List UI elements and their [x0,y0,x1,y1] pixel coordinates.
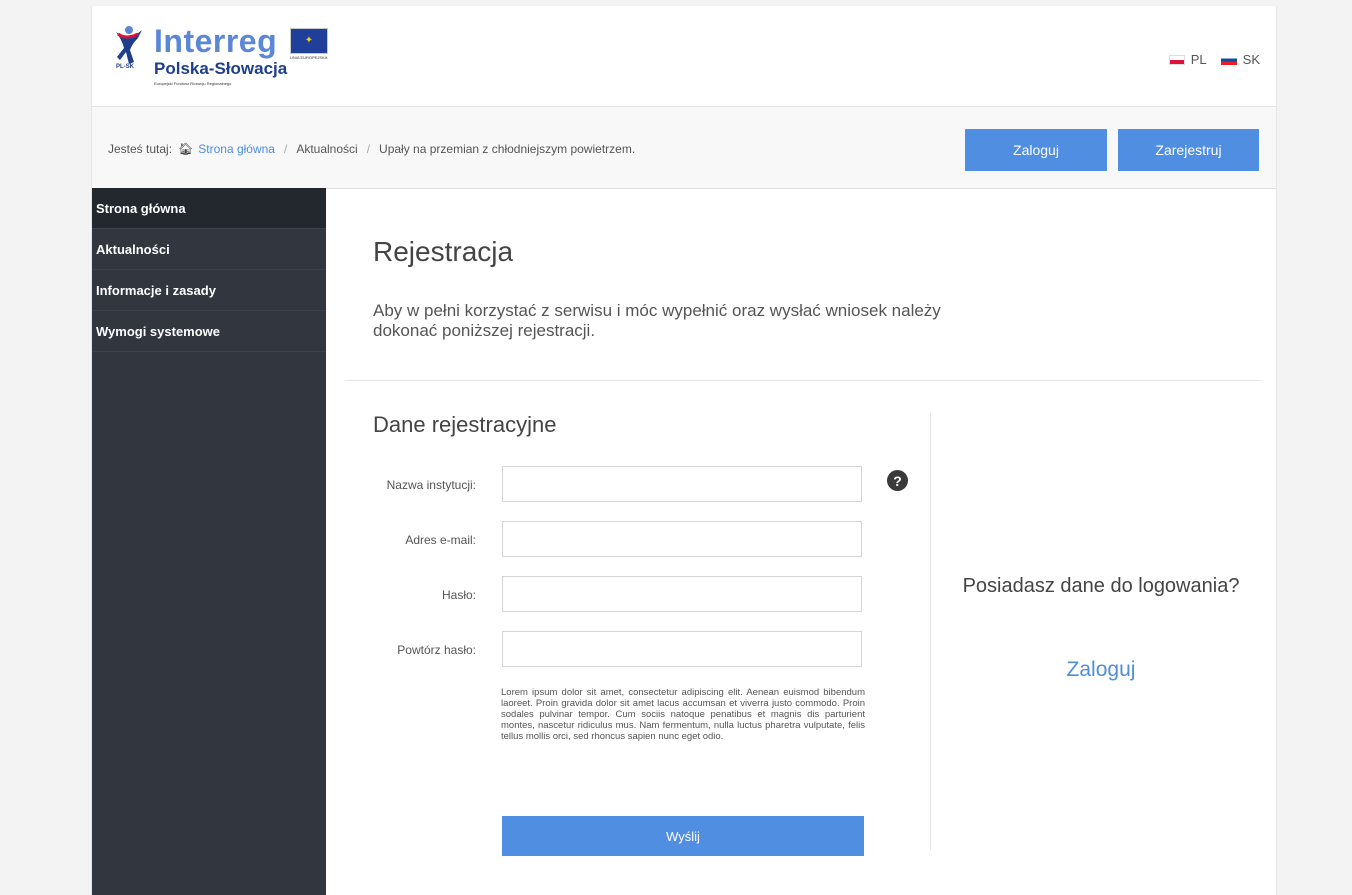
vertical-divider [930,413,931,850]
language-code: PL [1190,52,1207,67]
sidebar-item-label: Wymogi systemowe [96,323,221,339]
breadcrumb: Jesteś tutaj: 🏠︎ Strona główna / Aktualn… [108,142,635,156]
logo-subtitle: Polska-Słowacja [154,59,288,78]
institution-input[interactable] [502,466,862,502]
breadcrumb-prefix: Jesteś tutaj: [108,142,173,156]
language-code: SK [1242,52,1260,67]
repeat-password-label: Powtórz hasło: [397,643,476,657]
eu-flag-icon: ✦ [290,28,328,54]
have-account-question: Posiadasz dane do logowania? [962,575,1240,597]
language-pl[interactable]: PL [1168,52,1207,67]
form-title: Dane rejestracyjne [373,412,557,437]
sidebar-item-label: Aktualności [96,241,170,257]
breadcrumb-separator: / [366,142,371,156]
breadcrumb-bar: Jesteś tutaj: 🏠︎ Strona główna / Aktualn… [92,107,1276,189]
email-input[interactable] [502,521,862,557]
login-button[interactable]: Zaloguj [965,129,1107,171]
breadcrumb-home-link[interactable]: Strona główna [198,142,275,156]
sidebar-item-label: Strona główna [96,200,186,216]
sidebar: Strona główna Aktualności Informacje i z… [92,188,326,895]
logo-word: Interreg [154,23,278,59]
home-icon[interactable]: 🏠︎ [178,142,193,156]
password-input[interactable] [502,576,862,612]
repeat-password-input[interactable] [502,631,862,667]
interreg-logo[interactable]: PL-SK Interreg Polska-Słowacja Europejsk… [106,24,336,94]
pl-flag-icon [1168,54,1185,65]
language-switcher: PL SK [1168,52,1260,67]
terms-text: Lorem ipsum dolor sit amet, consectetur … [501,687,865,742]
sidebar-item-home[interactable]: Strona główna [92,188,326,229]
sidebar-item-info[interactable]: Informacje i zasady [92,270,326,311]
sidebar-item-requirements[interactable]: Wymogi systemowe [92,311,326,352]
breadcrumb-item-current: Upały na przemian z chłodniejszym powiet… [379,142,636,156]
sidebar-item-news[interactable]: Aktualności [92,229,326,270]
person-logo-icon [116,26,142,64]
help-icon[interactable]: ? [887,470,908,491]
header: PL-SK Interreg Polska-Słowacja Europejsk… [92,6,1276,107]
submit-button[interactable]: Wyślij [502,816,864,856]
language-sk[interactable]: SK [1220,52,1260,67]
eu-label: UNIA EUROPEJSKA [290,55,328,60]
logo-code: PL-SK [116,64,134,70]
breadcrumb-item-news[interactable]: Aktualności [296,142,357,156]
breadcrumb-separator: / [283,142,288,156]
institution-label: Nazwa instytucji: [386,478,476,492]
page: PL-SK Interreg Polska-Słowacja Europejsk… [91,6,1277,895]
divider [345,380,1261,381]
main-content: Rejestracja Aby w pełni korzystać z serw… [326,188,1276,895]
register-button[interactable]: Zarejestruj [1118,129,1259,171]
email-label: Adres e-mail: [405,533,476,547]
sk-flag-icon [1220,54,1237,65]
side-login-link[interactable]: Zaloguj [962,658,1240,682]
intro-text: Aby w pełni korzystać z serwisu i móc wy… [373,301,941,340]
logo-fund-text: Europejski Fundusz Rozwoju Regionalnego [154,81,232,86]
sidebar-item-label: Informacje i zasady [96,282,216,298]
page-title: Rejestracja [373,236,514,267]
password-label: Hasło: [441,588,476,602]
